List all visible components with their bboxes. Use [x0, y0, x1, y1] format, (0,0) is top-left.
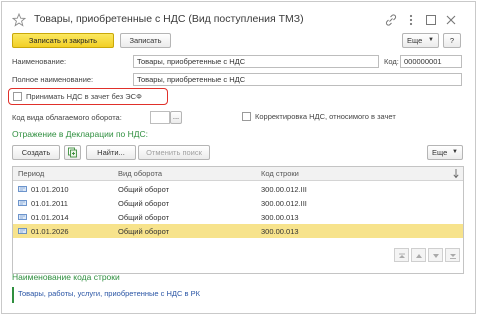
cell-line-code: 300.00.013: [261, 213, 299, 222]
cell-turnover-type: Общий оборот: [118, 185, 170, 194]
correction-label: Корректировка НДС, относимого в зачет: [255, 112, 396, 121]
cell-period: 01.01.2026: [31, 227, 69, 236]
line-code-info-title: Наименование кода строки: [12, 272, 120, 282]
cell-period: 01.01.2010: [31, 185, 69, 194]
cancel-search-button[interactable]: Отменить поиск: [138, 145, 210, 160]
menu-icon[interactable]: [404, 13, 418, 27]
table-more-label: Еще: [432, 148, 448, 157]
cell-line-code: 300.00.013: [261, 227, 299, 236]
document-window: Товары, приобретенные с НДС (Вид поступл…: [1, 1, 476, 314]
arrow-up-icon: [416, 254, 422, 258]
restore-icon[interactable]: [424, 13, 438, 27]
cell-turnover-type: Общий оборот: [118, 227, 170, 236]
copy-icon: [68, 147, 77, 158]
cell-turnover-type: Общий оборот: [118, 199, 170, 208]
record-icon: [18, 200, 27, 206]
declaration-section-title: Отражение в Декларации по НДС:: [12, 129, 149, 139]
help-button[interactable]: ?: [443, 33, 461, 48]
record-icon: [18, 228, 27, 234]
save-button[interactable]: Записать: [120, 33, 171, 48]
chevron-down-icon: ▼: [428, 37, 434, 43]
turnover-code-select-button[interactable]: ...: [170, 111, 182, 124]
close-icon[interactable]: [444, 13, 458, 27]
table-row[interactable]: 01.01.2011 Общий оборот 300.00.012.III: [13, 196, 463, 210]
turnover-code-label: Код вида облагаемого оборота:: [12, 113, 122, 122]
cell-period: 01.01.2011: [31, 199, 68, 208]
copy-button[interactable]: [64, 145, 81, 160]
table-header: Период Вид оборота Код строки: [13, 167, 463, 181]
arrow-up-icon: [399, 253, 405, 258]
save-and-close-button[interactable]: Записать и закрыть: [12, 33, 114, 48]
more-button-label: Еще: [407, 36, 423, 45]
turnover-code-input[interactable]: [150, 111, 170, 124]
accept-vat-checkbox[interactable]: [13, 92, 22, 101]
cell-line-code: 300.00.012.III: [261, 185, 307, 194]
arrow-down-icon: [450, 254, 456, 259]
cell-period: 01.01.2014: [31, 213, 69, 222]
chevron-down-icon: ▼: [452, 149, 458, 155]
code-label: Код:: [384, 57, 399, 66]
cell-line-code: 300.00.012.III: [261, 199, 307, 208]
code-input[interactable]: 000000001: [400, 55, 462, 68]
correction-checkbox[interactable]: [242, 112, 251, 121]
column-period[interactable]: Период: [18, 169, 44, 178]
window-title: Товары, приобретенные с НДС (Вид поступл…: [34, 13, 304, 25]
table-row[interactable]: 01.01.2014 Общий оборот 300.00.013: [13, 210, 463, 224]
record-icon: [18, 186, 27, 192]
name-label: Наименование:: [12, 57, 67, 66]
table-more-button[interactable]: Еще ▼: [427, 145, 463, 160]
more-button[interactable]: Еще ▼: [402, 33, 439, 48]
link-icon[interactable]: [384, 13, 398, 27]
create-button[interactable]: Создать: [12, 145, 60, 160]
find-button[interactable]: Найти...: [86, 145, 136, 160]
column-turnover-type[interactable]: Вид оборота: [118, 169, 162, 178]
scroll-first-button[interactable]: [394, 248, 409, 262]
sort-arrow-icon[interactable]: [453, 169, 459, 179]
scroll-up-button[interactable]: [411, 248, 426, 262]
record-icon: [18, 214, 27, 220]
scroll-last-button[interactable]: [445, 248, 460, 262]
accept-vat-label: Принимать НДС в зачет без ЭСФ: [26, 92, 142, 101]
arrow-down-icon: [433, 254, 439, 258]
star-icon[interactable]: [12, 13, 26, 27]
line-code-info-value: Товары, работы, услуги, приобретенные с …: [18, 289, 200, 298]
cell-turnover-type: Общий оборот: [118, 213, 170, 222]
line-code-info-marker: [12, 287, 14, 303]
table-row-selected[interactable]: 01.01.2026 Общий оборот 300.00.013: [13, 224, 463, 238]
full-name-label: Полное наименование:: [12, 75, 94, 84]
name-input[interactable]: Товары, приобретенные с НДС: [133, 55, 379, 68]
full-name-input[interactable]: Товары, приобретенные с НДС: [133, 73, 462, 86]
table-row[interactable]: 01.01.2010 Общий оборот 300.00.012.III: [13, 182, 463, 196]
scroll-down-button[interactable]: [428, 248, 443, 262]
column-line-code[interactable]: Код строки: [261, 169, 299, 178]
